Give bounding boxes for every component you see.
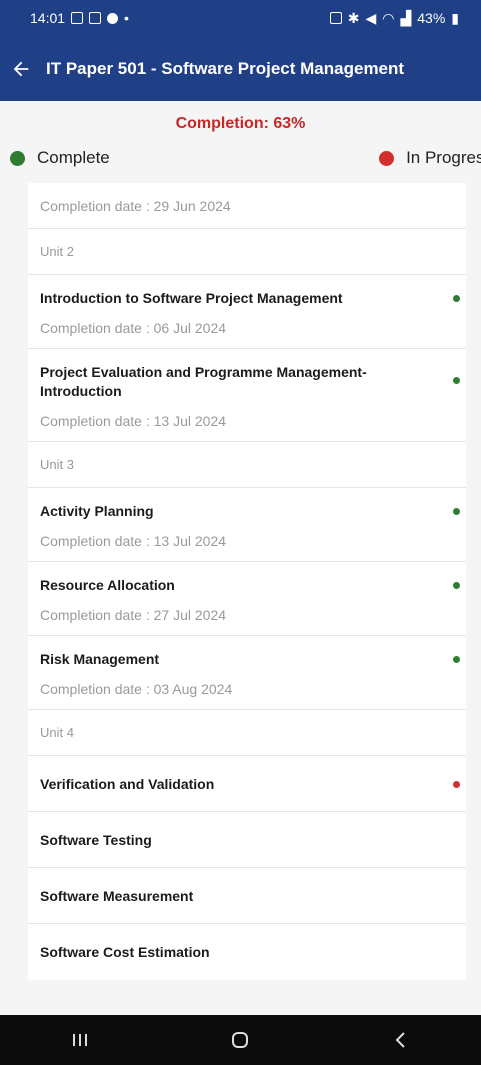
- legend-in-progress-label: In Progress: [406, 148, 481, 167]
- topic-item[interactable]: Risk Management Completion date : 03 Aug…: [28, 636, 466, 710]
- topic-completion-date: Completion date : 13 Jul 2024: [40, 533, 227, 549]
- app-notification-icon: [107, 12, 119, 24]
- topic-item[interactable]: Resource Allocation Completion date : 27…: [28, 562, 466, 636]
- back-icon[interactable]: [381, 1025, 421, 1055]
- alarm-icon: [329, 12, 342, 24]
- more-notifications-icon: •: [124, 10, 129, 26]
- topic-item[interactable]: Project Evaluation and Programme Managem…: [28, 349, 466, 442]
- battery-icon: ▮: [451, 9, 459, 26]
- status-legend: Complete In Progress: [0, 143, 481, 173]
- in-progress-status-dot-icon: [453, 781, 460, 788]
- bluetooth-icon: ✱: [347, 9, 360, 26]
- topic-title: Introduction to Software Project Managem…: [40, 290, 343, 306]
- status-time: 14:01: [30, 10, 66, 26]
- calendar-notification-icon: [71, 12, 84, 24]
- topic-completion-date: Completion date : 06 Jul 2024: [40, 320, 227, 336]
- completion-percentage: Completion: 63%: [175, 115, 306, 132]
- topic-title: Risk Management: [40, 651, 160, 667]
- topic-item[interactable]: Activity Planning Completion date : 13 J…: [28, 488, 466, 562]
- back-arrow-icon[interactable]: [8, 56, 34, 82]
- topic-title: Software Measurement: [40, 887, 194, 904]
- topic-title: Project Evaluation and Programme Managem…: [40, 364, 367, 399]
- wifi-icon: ◠: [382, 9, 395, 26]
- topic-title: Verification and Validation: [40, 775, 215, 792]
- signal-icon: ▟: [400, 9, 412, 26]
- status-bar: 14:01 • ✱ ◀ ◠ ▟ 43% ▮: [0, 0, 481, 36]
- topic-item[interactable]: Introduction to Software Project Managem…: [28, 275, 466, 349]
- complete-status-dot-icon: [453, 508, 460, 515]
- legend-complete-label: Complete: [37, 148, 110, 167]
- page-title: IT Paper 501 - Software Project Manageme…: [46, 58, 405, 78]
- complete-status-dot-icon: [453, 582, 460, 589]
- legend-complete: Complete: [10, 148, 110, 168]
- topic-completion-date: Completion date : 27 Jul 2024: [40, 607, 227, 623]
- mute-icon: ◀: [365, 9, 377, 26]
- topic-list: Completion date : 29 Jun 2024 Unit 2 Int…: [28, 183, 466, 980]
- topic-item[interactable]: Software Measurement: [28, 868, 466, 924]
- topic-title: Resource Allocation: [40, 577, 175, 593]
- complete-status-dot-icon: [453, 295, 460, 302]
- complete-dot-icon: [10, 150, 25, 166]
- complete-status-dot-icon: [453, 656, 460, 663]
- topic-item[interactable]: Software Testing: [28, 812, 466, 868]
- topic-item[interactable]: Verification and Validation: [28, 756, 466, 812]
- battery-percent: 43%: [417, 10, 446, 26]
- home-icon[interactable]: [220, 1025, 260, 1055]
- unit-header: Unit 3: [28, 442, 466, 488]
- recent-apps-icon[interactable]: [60, 1025, 100, 1055]
- gallery-notification-icon: [89, 12, 102, 24]
- topic-title: Software Cost Estimation: [40, 944, 210, 960]
- app-bar: IT Paper 501 - Software Project Manageme…: [0, 36, 481, 101]
- unit-header: Unit 2: [28, 229, 466, 275]
- in-progress-dot-icon: [379, 150, 395, 166]
- content-area[interactable]: Completion: 63% Complete In Progress Com…: [0, 101, 481, 1015]
- system-nav-bar: [0, 1015, 481, 1065]
- legend-in-progress: In Progress: [379, 148, 481, 168]
- topic-completion-date: Completion date : 03 Aug 2024: [40, 681, 233, 697]
- topic-completion-date: Completion date : 13 Jul 2024: [40, 413, 227, 429]
- topic-title: Software Testing: [40, 831, 152, 848]
- unit-header: Unit 4: [28, 710, 466, 756]
- previous-topic-date: Completion date : 29 Jun 2024: [28, 183, 466, 229]
- topic-item[interactable]: Software Cost Estimation: [28, 924, 466, 980]
- complete-status-dot-icon: [453, 377, 460, 384]
- topic-title: Activity Planning: [40, 503, 154, 519]
